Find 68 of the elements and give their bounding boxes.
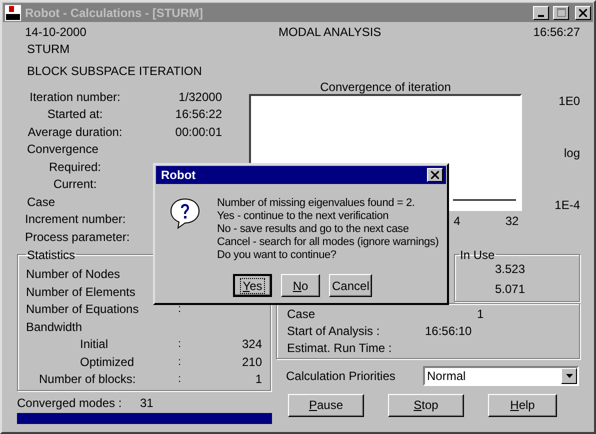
minimize-icon [538,14,544,16]
axis-label: 1E0 [558,94,580,108]
run-label: Start of Analysis : [287,324,381,338]
stat-label: Number of Equations [26,302,140,316]
separator: : [178,338,182,350]
dialog-button[interactable]: No [281,274,320,297]
app-icon [5,4,21,20]
info-label: Case [26,194,56,209]
stat-label: Bandwidth [26,320,84,334]
action-button[interactable]: Stop [388,394,464,416]
priority-label: Calculation Priorities [286,368,396,382]
minimize-button[interactable] [533,6,549,20]
info-value: 1/32000 [178,90,222,104]
info-label: Iteration number: [28,90,122,104]
run-value: 16:56:10 [425,324,473,338]
stat-value: 210 [240,354,262,369]
group-title: In Use [459,248,496,262]
info-label: Convergence [26,142,100,156]
time-text: 16:56:27 [533,25,580,39]
axis-label: 32 [505,214,519,228]
analysis-type: MODAL ANALYSIS [278,25,382,39]
axis-label: log [564,146,580,160]
action-button[interactable]: Pause [288,394,364,416]
converged-label: Converged modes : [17,396,123,410]
close-icon [579,8,587,16]
question-icon [169,197,201,229]
stat-label: Optimized [79,354,136,369]
in-use-value: 3.523 [495,262,526,278]
separator: : [178,356,182,368]
info-label: Required: [48,160,102,174]
stat-label: Number of Elements [26,284,136,299]
method-name: BLOCK SUBSPACE ITERATION [26,62,203,79]
date-text: 14-10-2000 [25,25,86,39]
info-label: Current: [52,177,98,192]
stat-value: 324 [240,337,262,352]
project-name: STURM [26,40,71,57]
action-button[interactable]: Help [488,394,557,416]
maximize-icon [556,8,566,17]
info-value: 00:00:01 [174,124,222,139]
run-value: 1 [477,307,485,321]
dialog-message: Number of missing eigenvalues found = 2. Yes - continue to the next verification No - save results and go to the next case Cancel - search for all modes (ignore warnings) Do you want to continue? [217,197,439,262]
converged-value: 31 [140,396,154,410]
axis-label: 4 [454,214,460,228]
info-value: 16:56:22 [174,107,222,122]
stat-value: 1 [254,372,262,386]
close-button[interactable] [427,168,443,182]
run-label: Case [287,307,316,321]
info-label: Average duration: [26,124,124,139]
separator: : [178,373,182,386]
convergence-line [453,199,516,201]
run-label: Estimat. Run Time : [287,341,393,355]
close-icon [431,171,439,179]
priority-dropdown[interactable]: Normal [423,366,579,386]
stat-label: Number of blocks: [38,372,137,386]
group-title: Statistics [26,248,76,262]
stat-label: Number of Nodes [26,267,122,282]
close-button[interactable] [575,6,591,20]
chart-title: Convergence of iteration [319,80,452,94]
window-title: Robot - Calculations - [STURM] [25,6,204,20]
separator: : [178,303,182,316]
info-label: Started at: [46,107,104,122]
stat-label: Initial [79,337,110,352]
info-label: Increment number: [25,212,125,226]
in-use-value: 5.071 [495,282,526,298]
dialog-title: Robot [161,168,196,182]
dialog-button[interactable]: Yes [233,274,272,297]
dialog-button[interactable]: Cancel [329,274,372,297]
axis-label: 1E-4 [554,198,580,212]
